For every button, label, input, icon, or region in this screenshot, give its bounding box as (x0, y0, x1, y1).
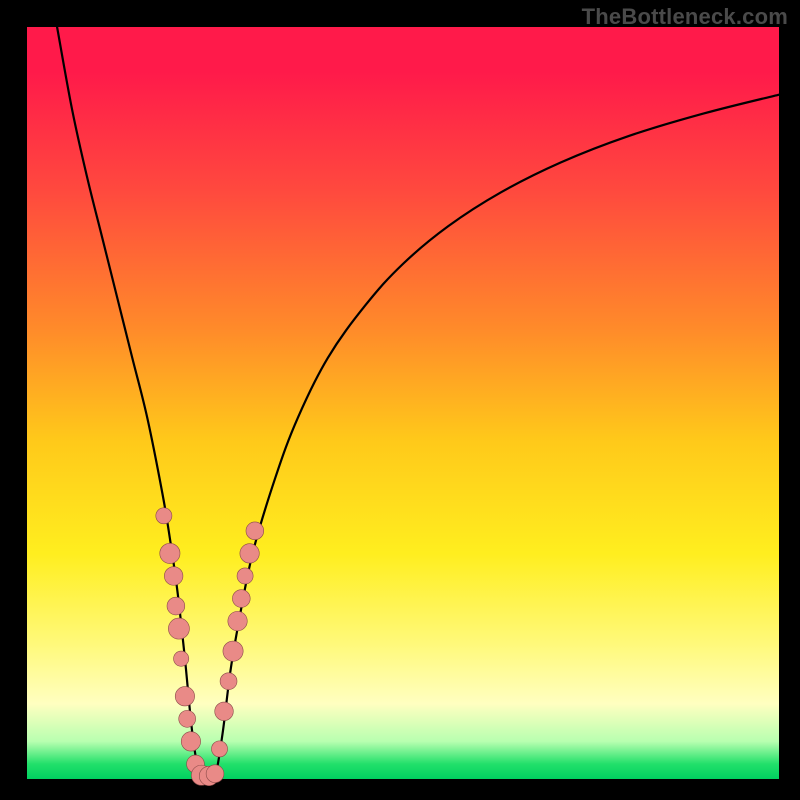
data-points-group (156, 508, 264, 786)
data-point (175, 687, 194, 706)
data-point (220, 673, 237, 690)
data-point (168, 618, 189, 639)
plot-area (27, 27, 779, 779)
data-point (246, 522, 264, 540)
data-point (206, 765, 224, 783)
data-point (164, 567, 183, 586)
bottleneck-curve (57, 27, 779, 780)
data-point (179, 710, 196, 727)
data-point (223, 641, 243, 661)
data-point (167, 597, 185, 615)
data-point (174, 651, 189, 666)
data-point (215, 702, 234, 721)
data-point (228, 611, 247, 630)
data-point (237, 568, 253, 584)
chart-frame: TheBottleneck.com (0, 0, 800, 800)
data-point (160, 543, 180, 563)
data-point (181, 732, 200, 751)
data-point (156, 508, 172, 524)
chart-svg (27, 27, 779, 779)
data-point (232, 590, 250, 608)
data-point (211, 741, 227, 757)
watermark-text: TheBottleneck.com (582, 4, 788, 30)
data-point (240, 544, 259, 563)
